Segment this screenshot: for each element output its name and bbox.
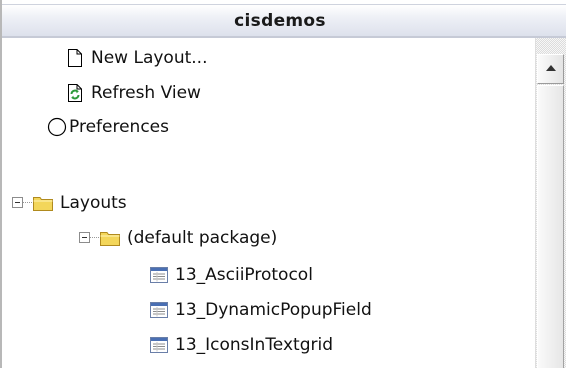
tree-item-label: New Layout... [91,48,208,68]
tree-item-layout-file[interactable]: 13_IconsInTextgrid [149,330,333,360]
tree-item-layout-file[interactable]: 13_DynamicPopupField [149,295,372,325]
tree-connector [90,237,99,238]
tree-item-label: 13_AsciiProtocol [175,265,313,285]
layout-file-icon [150,302,168,318]
tree-item-label: Layouts [60,193,127,213]
tree-item-label: 13_DynamicPopupField [175,300,372,320]
navigation-tree: New Layout... Refresh View Preferences L… [2,38,535,368]
app-panel: cisdemos New Layout... Refresh View Pref… [0,0,566,368]
preferences-circle-icon [47,117,67,137]
tree-item-default-package[interactable]: (default package) [99,223,277,253]
scrollbar-thumb[interactable] [537,85,564,368]
vertical-scrollbar[interactable] [535,38,566,368]
tree-item-label: Refresh View [91,83,201,103]
new-document-icon [68,49,82,67]
refresh-icon [68,84,82,102]
layout-file-icon [150,337,168,353]
layout-file-icon [150,267,168,283]
tree-item-layout-file[interactable]: 13_AsciiProtocol [149,260,313,290]
panel-title: cisdemos [234,11,326,31]
tree-item-label: (default package) [127,228,278,248]
tree-item-preferences[interactable]: Preferences [47,112,169,142]
tree-item-refresh-view[interactable]: Refresh View [65,78,201,108]
panel-title-bar: cisdemos [2,4,566,38]
folder-icon [100,232,120,246]
default-package-collapse-toggle[interactable] [79,232,90,243]
tree-item-layouts[interactable]: Layouts [32,188,127,218]
tree-item-label: Preferences [69,117,169,137]
arrow-up-icon [546,65,556,71]
tree-connector [23,202,32,203]
layouts-collapse-toggle[interactable] [12,197,23,208]
scroll-up-button[interactable] [537,54,564,84]
tree-item-new-layout[interactable]: New Layout... [65,43,208,73]
folder-icon [33,197,53,211]
tree-item-label: 13_IconsInTextgrid [175,335,333,355]
